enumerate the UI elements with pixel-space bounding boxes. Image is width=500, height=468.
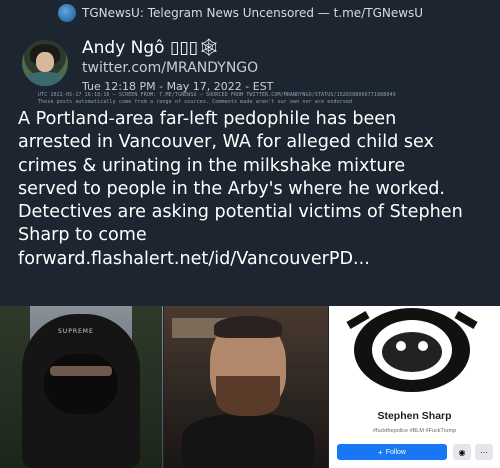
profile-tags: #fuckthepolice #BLM #FuckTrump bbox=[372, 428, 457, 434]
facebook-profile-card[interactable]: Stephen Sharp #fuckthepolice #BLM #FuckT… bbox=[329, 306, 500, 468]
profile-name[interactable]: Stephen Sharp bbox=[329, 410, 500, 422]
author-handle[interactable]: twitter.com/MRANDYNGO bbox=[82, 60, 258, 76]
follow-button[interactable]: + Follow bbox=[337, 444, 447, 460]
author-name[interactable]: Andy Ngô ▯▯▯🕸 bbox=[82, 38, 220, 58]
more-icon: ··· bbox=[480, 447, 488, 457]
source-line: UTC 2022-05-17 16:18:16 — SCREEN FROM: T… bbox=[38, 92, 396, 98]
disclaimer: These posts automatically come from a ra… bbox=[38, 99, 353, 105]
channel-title: TGNewsU: Telegram News Uncensored — t.me… bbox=[82, 6, 424, 20]
channel-avatar-icon bbox=[58, 4, 76, 22]
media-gallery: SUPREME Stephen Sharp #fuckthepolice #BL… bbox=[0, 306, 500, 468]
blm-logo-image bbox=[346, 308, 478, 392]
photo-1-text: SUPREME bbox=[58, 328, 94, 335]
post-text: A Portland-area far-left pedophile has b… bbox=[18, 109, 463, 269]
messenger-button[interactable]: ◉ bbox=[453, 444, 471, 460]
plus-icon: + bbox=[378, 447, 383, 457]
follow-label: Follow bbox=[385, 448, 406, 456]
profile-cover bbox=[329, 306, 500, 396]
photo-hooded-person[interactable]: SUPREME bbox=[0, 306, 163, 468]
more-button[interactable]: ··· bbox=[475, 444, 493, 460]
channel-header[interactable]: TGNewsU: Telegram News Uncensored — t.me… bbox=[58, 3, 423, 23]
author-avatar[interactable] bbox=[22, 40, 68, 86]
messenger-icon: ◉ bbox=[458, 447, 466, 457]
photo-selfie[interactable] bbox=[164, 306, 328, 468]
